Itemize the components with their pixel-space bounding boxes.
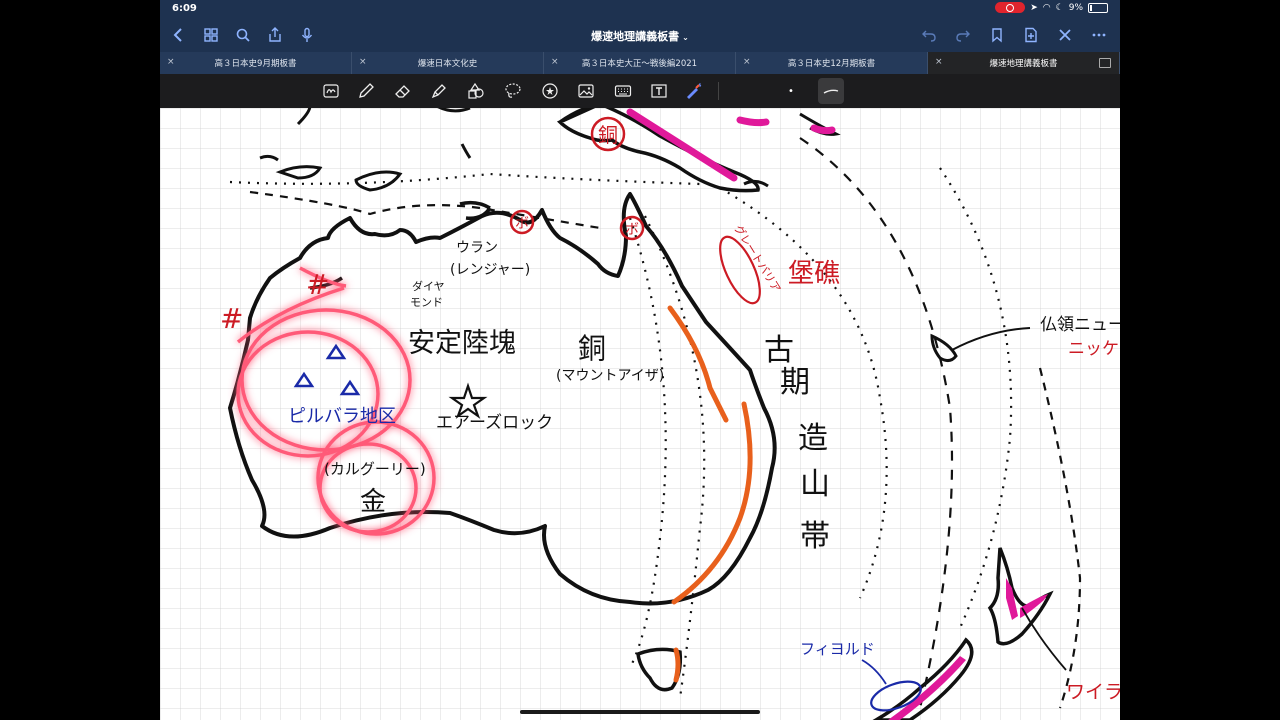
label-bauxite-2: ボ	[625, 222, 639, 238]
geography-map-drawing: ウラン (レンジャー) ダイヤ モンド 安定陸塊 銅 (マウントアイザ) エアー…	[160, 108, 1120, 720]
ipad-screen: 6:09 ➤ ◠ ☾ 9% 爆速地理講義板書 ⌄ × 高３日本史9月期板書 × …	[160, 0, 1120, 720]
tab-japanese-culture-history[interactable]: × 爆速日本文化史	[352, 52, 544, 74]
undo-icon[interactable]	[920, 26, 938, 44]
redo-icon[interactable]	[954, 26, 972, 44]
keyboard-icon[interactable]	[612, 80, 634, 102]
battery-percent: 9%	[1068, 2, 1083, 13]
label-copper-circle: 銅	[598, 123, 618, 147]
label-ayers-rock: エアーズロック	[436, 413, 553, 433]
screen-record-icon[interactable]	[995, 2, 1026, 13]
label-fjord: フィヨルド	[800, 640, 875, 658]
drawing-toolbar: •	[160, 74, 1120, 108]
status-time: 6:09	[172, 3, 197, 14]
label-uranium: ウラン	[456, 240, 498, 256]
shapes-icon[interactable]	[465, 80, 487, 102]
label-old-orogenic-3: 造	[798, 421, 828, 456]
sticker-icon[interactable]	[539, 80, 561, 102]
chevron-down-icon: ⌄	[682, 33, 689, 42]
label-old-orogenic-1: 古	[764, 333, 794, 368]
tab-split-view-icon[interactable]	[1099, 58, 1111, 68]
lasso-icon[interactable]	[502, 80, 524, 102]
label-copper: 銅	[578, 332, 606, 365]
pen-style-icon[interactable]	[818, 78, 844, 104]
tab-bar: × 高３日本史9月期板書 × 爆速日本文化史 × 高３日本史大正〜戦後編2021…	[160, 52, 1120, 74]
tab-taisho-postwar[interactable]: × 高３日本史大正〜戦後編2021	[544, 52, 736, 74]
document-title-text: 爆速地理講義板書	[591, 30, 680, 43]
label-kalgoorlie: (カルグーリー)	[324, 460, 426, 478]
label-ranger: (レンジャー)	[450, 262, 530, 278]
label-iron-2: #	[220, 302, 243, 335]
tab-label: 爆速地理講義板書	[989, 59, 1058, 69]
label-diamond-1: ダイヤ	[412, 279, 445, 293]
label-pilbara: ピルバラ地区	[288, 406, 396, 427]
highlighter-icon[interactable]	[428, 80, 450, 102]
eraser-icon[interactable]	[392, 80, 414, 102]
moon-icon: ☾	[1055, 2, 1064, 13]
tab-label: 高３日本史12月期板書	[787, 59, 876, 69]
status-icons: ➤ ◠ ☾ 9%	[995, 2, 1108, 13]
label-stable-craton: 安定陸塊	[408, 328, 516, 359]
tab-label: 高３日本史大正〜戦後編2021	[581, 59, 698, 69]
note-canvas[interactable]: ウラン (レンジャー) ダイヤ モンド 安定陸塊 銅 (マウントアイザ) エアー…	[160, 108, 1120, 720]
image-icon[interactable]	[575, 80, 597, 102]
label-bauxite-1: ボ	[515, 216, 529, 232]
textbox-icon[interactable]	[648, 80, 670, 102]
close-tab-icon[interactable]: ×	[167, 57, 175, 67]
tab-label: 高３日本史9月期板書	[214, 59, 297, 69]
label-wairakei: ワイラケイ	[1066, 681, 1120, 703]
label-reef-kanji: 堡礁	[788, 259, 840, 289]
label-diamond-2: モンド	[410, 296, 443, 309]
label-gold: 金	[360, 487, 386, 517]
navigation-bar: 6:09 ➤ ◠ ☾ 9% 爆速地理講義板書 ⌄	[160, 0, 1120, 52]
location-icon: ➤	[1030, 2, 1038, 13]
close-icon[interactable]	[1056, 26, 1074, 44]
more-icon[interactable]	[1090, 26, 1108, 44]
tab-japanese-history-december[interactable]: × 高３日本史12月期板書	[736, 52, 928, 74]
tab-geography-lecture[interactable]: × 爆速地理講義板書	[928, 52, 1120, 74]
label-old-orogenic-2: 期	[780, 365, 810, 400]
home-indicator[interactable]	[520, 710, 760, 714]
close-tab-icon[interactable]: ×	[551, 57, 559, 67]
wifi-icon: ◠	[1042, 2, 1051, 13]
add-page-icon[interactable]	[1022, 26, 1040, 44]
label-mount-isa: (マウントアイザ)	[556, 368, 664, 384]
tab-japanese-history-september[interactable]: × 高３日本史9月期板書	[160, 52, 352, 74]
pen-icon[interactable]	[355, 80, 377, 102]
battery-icon	[1088, 2, 1108, 13]
close-tab-icon[interactable]: ×	[743, 57, 751, 67]
label-old-orogenic-4: 山	[800, 467, 830, 502]
bookmark-icon[interactable]	[988, 26, 1006, 44]
label-iron-1: #	[306, 268, 329, 301]
label-new-caledonia: 仏領ニューフ	[1040, 315, 1120, 335]
close-tab-icon[interactable]: ×	[935, 57, 943, 67]
bluetooth-pencil-icon[interactable]	[682, 80, 704, 102]
close-tab-icon[interactable]: ×	[359, 57, 367, 67]
lasso-text-icon[interactable]	[320, 80, 342, 102]
pen-size-dot[interactable]: •	[780, 80, 802, 102]
label-nickel: ニッケル	[1068, 339, 1120, 359]
toolbar-divider	[718, 82, 719, 100]
label-old-orogenic-5: 帯	[800, 519, 830, 554]
tab-label: 爆速日本文化史	[417, 59, 478, 69]
